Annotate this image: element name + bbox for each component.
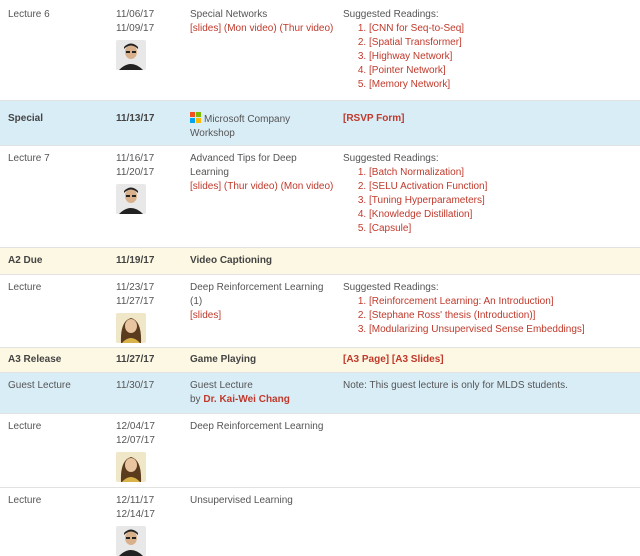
row-type: Lecture <box>8 282 42 293</box>
date-start: 12/04/17 <box>116 421 155 432</box>
row-topic: Deep Reinforcement Learning (1) [slides] <box>190 281 336 323</box>
date-start: 11/19/17 <box>116 255 155 266</box>
table-row: Lecture 12/04/17 12/07/17 Deep Reinforce… <box>0 414 640 488</box>
date-end: 11/20/17 <box>116 167 155 178</box>
row-type: Lecture 6 <box>8 9 50 20</box>
row-dates: 11/19/17 <box>116 254 182 268</box>
schedule-table: Lecture 6 11/06/17 11/09/17 Special Netw… <box>0 0 640 556</box>
readings-title: Suggested Readings: <box>343 9 439 20</box>
topic-links[interactable]: [slides] (Mon video) (Thur video) <box>190 22 336 36</box>
readings-title: Suggested Readings: <box>343 153 439 164</box>
topic-title: Guest Lecture <box>190 380 253 391</box>
readings-list: [Batch Normalization] [SELU Activation F… <box>343 166 635 236</box>
topic-title: Advanced Tips for Deep Learning <box>190 153 297 178</box>
date-end: 11/27/17 <box>116 296 155 307</box>
row-topic: Microsoft Company Workshop <box>190 112 336 141</box>
date-end: 12/07/17 <box>116 435 155 446</box>
avatar <box>116 452 146 482</box>
avatar <box>116 184 146 214</box>
date-start: 11/23/17 <box>116 282 155 293</box>
row-dates: 11/06/17 11/09/17 <box>116 8 182 70</box>
date-start: 11/27/17 <box>116 354 155 365</box>
row-type: A3 Release <box>8 354 62 365</box>
row-type: Lecture 7 <box>8 153 50 164</box>
date-start: 11/06/17 <box>116 9 155 20</box>
speaker-link[interactable]: Dr. Kai-Wei Chang <box>203 394 290 405</box>
row-type: Guest Lecture <box>8 380 71 391</box>
avatar <box>116 526 146 556</box>
date-start: 12/11/17 <box>116 495 155 506</box>
table-row: Lecture 11/23/17 11/27/17 Deep Reinforce… <box>0 275 640 348</box>
reading-link[interactable]: [Batch Normalization] <box>369 166 635 180</box>
reading-link[interactable]: [Capsule] <box>369 222 635 236</box>
topic-title: Microsoft Company Workshop <box>190 114 291 139</box>
row-dates: 11/16/17 11/20/17 <box>116 152 182 214</box>
table-row: Guest Lecture 11/30/17 Guest Lecture by … <box>0 373 640 414</box>
reading-link[interactable]: [Reinforcement Learning: An Introduction… <box>369 295 635 309</box>
row-readings: Suggested Readings: [Batch Normalization… <box>343 152 635 236</box>
row-dates: 12/11/17 12/14/17 <box>116 494 182 556</box>
reading-link[interactable]: [CNN for Seq-to-Seq] <box>369 22 635 36</box>
readings-list: [Reinforcement Learning: An Introduction… <box>343 295 635 337</box>
row-type: Lecture <box>8 421 42 432</box>
row-type: A2 Due <box>8 255 43 266</box>
readings-title: Suggested Readings: <box>343 282 439 293</box>
topic-title: Special Networks <box>190 9 268 20</box>
reading-link[interactable]: [Spatial Transformer] <box>369 36 635 50</box>
date-end: 11/09/17 <box>116 23 155 34</box>
topic-title: Deep Reinforcement Learning <box>190 421 324 432</box>
row-dates: 11/23/17 11/27/17 <box>116 281 182 343</box>
reading-link[interactable]: [Stephane Ross' thesis (Introduction)] <box>369 309 635 323</box>
reading-link[interactable]: [Memory Network] <box>369 78 635 92</box>
reading-link[interactable]: [Modularizing Unsupervised Sense Embeddi… <box>369 323 635 337</box>
table-row: Special 11/13/17 Microsoft Company Works… <box>0 101 640 146</box>
topic-title: Video Captioning <box>190 255 273 266</box>
row-type: Special <box>8 113 44 124</box>
row-dates: 11/30/17 <box>116 379 182 393</box>
topic-title: Unsupervised Learning <box>190 495 293 506</box>
topic-title: Deep Reinforcement Learning (1) <box>190 282 324 307</box>
date-start: 11/30/17 <box>116 380 155 391</box>
row-dates: 11/13/17 <box>116 112 182 126</box>
date-end: 12/14/17 <box>116 509 155 520</box>
row-topic: Advanced Tips for Deep Learning [slides]… <box>190 152 336 194</box>
reading-link[interactable]: [Highway Network] <box>369 50 635 64</box>
avatar <box>116 40 146 70</box>
topic-links[interactable]: [slides] <box>190 309 336 323</box>
reading-link[interactable]: [SELU Activation Function] <box>369 180 635 194</box>
reading-link[interactable]: [Tuning Hyperparameters] <box>369 194 635 208</box>
table-row: Lecture 6 11/06/17 11/09/17 Special Netw… <box>0 0 640 101</box>
table-row: Lecture 7 11/16/17 11/20/17 Advanced Tip… <box>0 146 640 248</box>
row-topic: Special Networks [slides] (Mon video) (T… <box>190 8 336 36</box>
a3-links[interactable]: [A3 Page] [A3 Slides] <box>343 353 635 367</box>
row-dates: 12/04/17 12/07/17 <box>116 420 182 482</box>
table-row: A3 Release 11/27/17 Game Playing [A3 Pag… <box>0 348 640 373</box>
row-readings: Suggested Readings: [Reinforcement Learn… <box>343 281 635 337</box>
table-row: Lecture 12/11/17 12/14/17 Unsupervised L… <box>0 488 640 556</box>
row-dates: 11/27/17 <box>116 353 182 367</box>
guest-note: Note: This guest lecture is only for MLD… <box>343 380 568 391</box>
reading-link[interactable]: [Knowledge Distillation] <box>369 208 635 222</box>
microsoft-logo-icon <box>190 112 201 123</box>
avatar <box>116 313 146 343</box>
table-row: A2 Due 11/19/17 Video Captioning <box>0 248 640 275</box>
row-type: Lecture <box>8 495 42 506</box>
date-start: 11/16/17 <box>116 153 155 164</box>
topic-title: Game Playing <box>190 354 257 365</box>
row-readings: Suggested Readings: [CNN for Seq-to-Seq]… <box>343 8 635 92</box>
topic-links[interactable]: [slides] (Thur video) (Mon video) <box>190 180 336 194</box>
reading-link[interactable]: [Pointer Network] <box>369 64 635 78</box>
row-topic: Guest Lecture by Dr. Kai-Wei Chang <box>190 379 336 407</box>
readings-list: [CNN for Seq-to-Seq] [Spatial Transforme… <box>343 22 635 92</box>
rsvp-form-link[interactable]: [RSVP Form] <box>343 112 635 126</box>
speaker-prefix: by <box>190 394 201 405</box>
date-start: 11/13/17 <box>116 113 155 124</box>
